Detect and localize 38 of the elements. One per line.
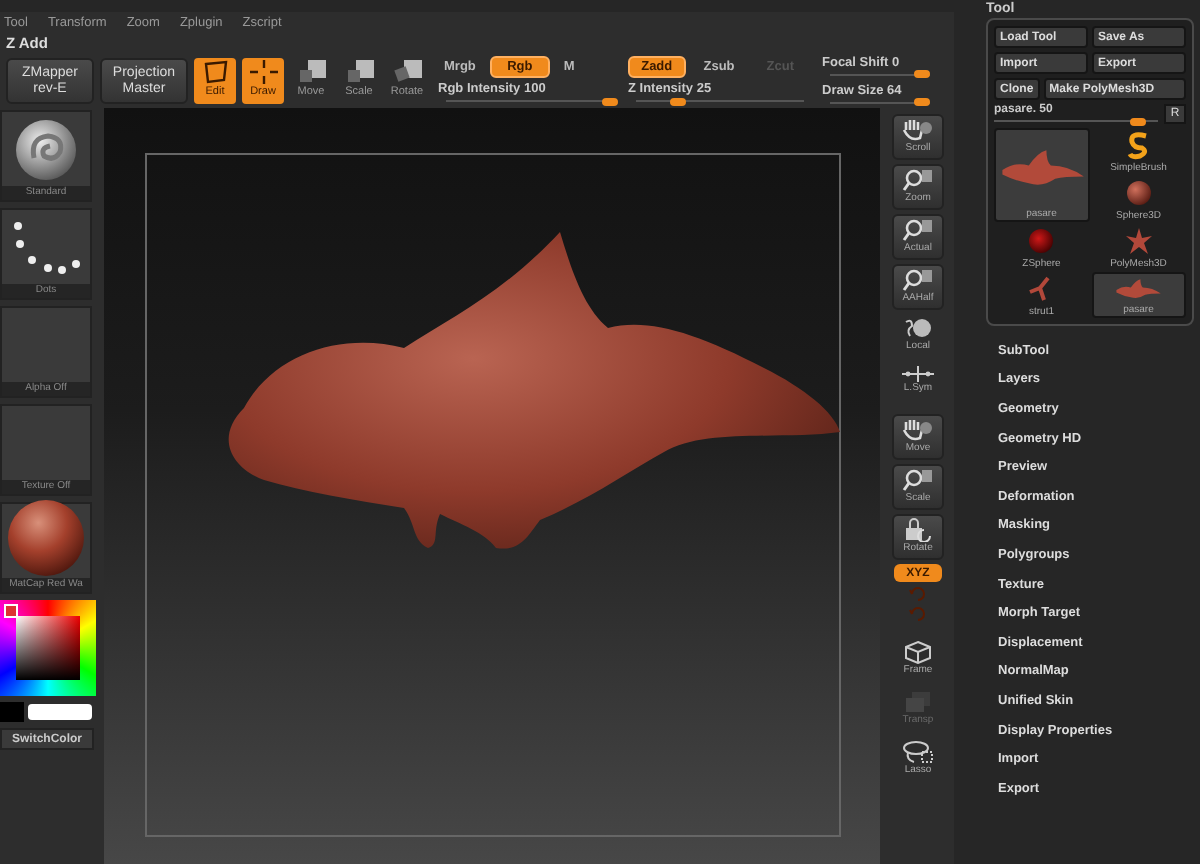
symmetry-icon: [902, 366, 934, 382]
lock-icon: [902, 518, 934, 542]
bird-sculpture-icon: [997, 147, 1086, 191]
slider-thumb[interactable]: [670, 97, 686, 105]
brush-sphere-icon: [14, 117, 78, 181]
rotate-icon: [393, 60, 421, 84]
rotate-icon: [908, 606, 928, 622]
move-icon: [297, 60, 325, 84]
color-swatch[interactable]: [0, 702, 24, 722]
star-icon: [1125, 228, 1152, 254]
tripod-icon: [1028, 276, 1055, 302]
color-swatch[interactable]: [28, 704, 92, 720]
bird-sculpture-icon: [1112, 277, 1165, 301]
slider-thumb[interactable]: [914, 70, 930, 78]
sphere-icon: [1125, 180, 1152, 206]
squiggle-icon: [1124, 131, 1153, 159]
layers-icon: [904, 690, 932, 714]
slider-thumb[interactable]: [602, 97, 618, 105]
zoom-icon: [902, 218, 934, 242]
polygon-icon: [201, 60, 229, 84]
hand-icon: [902, 418, 934, 442]
viewport-canvas[interactable]: [104, 108, 880, 864]
hand-icon: [902, 118, 934, 142]
color-picker[interactable]: [0, 600, 96, 696]
sphere-icon: [902, 316, 934, 340]
material-sphere-icon: [6, 498, 86, 578]
zoom-icon: [902, 268, 934, 292]
rotate-icon: [908, 586, 928, 602]
lasso-icon: [902, 740, 934, 764]
sphere-icon: [1028, 228, 1055, 254]
zoom-icon: [902, 168, 934, 192]
scale-icon: [345, 60, 373, 84]
cube-icon: [904, 640, 932, 664]
slider-thumb[interactable]: [914, 98, 930, 106]
slider-thumb[interactable]: [1130, 117, 1147, 125]
dots-icon: [12, 217, 80, 277]
crosshair-icon: [249, 60, 277, 84]
zoom-icon: [902, 468, 934, 492]
